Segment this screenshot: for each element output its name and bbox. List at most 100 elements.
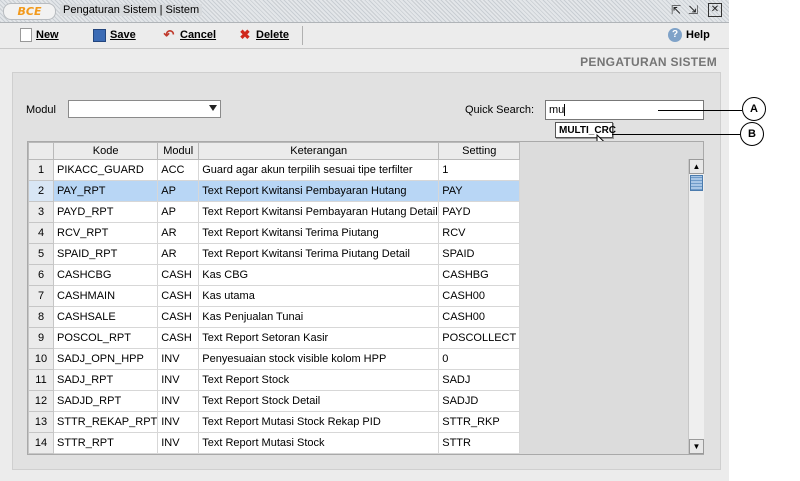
table-row[interactable]: 11 SADJ_RPT INV Text Report Stock SADJ	[28, 369, 521, 391]
table-row[interactable]: 4 RCV_RPT AR Text Report Kwitansi Terima Pi…	[28, 222, 521, 244]
cell-kode[interactable]: PIKACC_GUARD	[52, 159, 159, 181]
cell-setting[interactable]: 1	[438, 159, 521, 181]
cell-kode[interactable]: SADJ_RPT	[52, 369, 159, 391]
cell-keterangan[interactable]: Text Report Kwitansi Terima Piutang	[198, 222, 440, 244]
cell-kode[interactable]: CASHMAIN	[52, 285, 159, 307]
cell-modul[interactable]: AP	[157, 180, 200, 202]
cell-modul[interactable]: AR	[157, 243, 200, 265]
cell-kode[interactable]: STTR_REKAP_RPT	[52, 411, 159, 433]
cell-keterangan[interactable]: Text Report Kwitansi Terima Piutang Deta…	[198, 243, 440, 265]
cell-setting[interactable]: PAYD	[438, 201, 521, 223]
cell-modul[interactable]: CASH	[157, 285, 200, 307]
vertical-scrollbar[interactable]: ▲ ▼	[688, 159, 704, 454]
close-icon[interactable]: ✕	[708, 3, 722, 17]
scroll-down-icon[interactable]: ▼	[689, 439, 704, 454]
cell-keterangan[interactable]: Penyesuaian stock visible kolom HPP	[198, 348, 440, 370]
delete-button[interactable]: ✖ Delete	[238, 27, 289, 44]
cell-modul[interactable]: INV	[157, 411, 200, 433]
cell-modul[interactable]: AP	[157, 201, 200, 223]
table-row[interactable]: 6 CASHCBG CASH Kas CBG CASHBG	[28, 264, 521, 286]
table-row[interactable]: 12 SADJD_RPT INV Text Report Stock Detail SA…	[28, 390, 521, 412]
table-row[interactable]: 8 CASHSALE CASH Kas Penjualan Tunai CASH00	[28, 306, 521, 328]
cell-setting[interactable]: RCV	[438, 222, 521, 244]
table-row[interactable]: 1 PIKACC_GUARD ACC Guard agar akun terpilih…	[28, 159, 521, 181]
cell-kode[interactable]: SPAID_RPT	[52, 243, 159, 265]
cell-setting[interactable]: STTR	[438, 432, 521, 454]
table-row[interactable]: 3 PAYD_RPT AP Text Report Kwitansi Pembayar…	[28, 201, 521, 223]
row-number-cell[interactable]: 12	[28, 390, 54, 412]
cell-keterangan[interactable]: Kas Penjualan Tunai	[198, 306, 440, 328]
row-number-cell[interactable]: 2	[28, 180, 54, 202]
row-number-cell[interactable]: 11	[28, 369, 54, 391]
cell-modul[interactable]: INV	[157, 390, 200, 412]
cell-setting[interactable]: SADJD	[438, 390, 521, 412]
cell-modul[interactable]: CASH	[157, 264, 200, 286]
column-header-keterangan[interactable]: Keterangan	[198, 142, 440, 160]
cell-kode[interactable]: STTR_RPT	[52, 432, 159, 454]
cell-kode[interactable]: RCV_RPT	[52, 222, 159, 244]
table-row[interactable]: 5 SPAID_RPT AR Text Report Kwitansi Terima …	[28, 243, 521, 265]
help-button[interactable]: ? Help	[668, 27, 710, 44]
row-number-cell[interactable]: 14	[28, 432, 54, 454]
cell-keterangan[interactable]: Text Report Stock Detail	[198, 390, 440, 412]
cell-keterangan[interactable]: Kas utama	[198, 285, 440, 307]
cell-keterangan[interactable]: Text Report Mutasi Stock	[198, 432, 440, 454]
cell-kode[interactable]: SADJD_RPT	[52, 390, 159, 412]
row-number-cell[interactable]: 3	[28, 201, 54, 223]
cell-keterangan[interactable]: Text Report Kwitansi Pembayaran Hutang D…	[198, 201, 440, 223]
cell-setting[interactable]: CASH00	[438, 285, 521, 307]
cell-setting[interactable]: SPAID	[438, 243, 521, 265]
new-button[interactable]: New	[20, 27, 59, 44]
cell-setting[interactable]: 0	[438, 348, 521, 370]
table-row[interactable]: 10 SADJ_OPN_HPP INV Penyesuaian stock visib…	[28, 348, 521, 370]
save-button[interactable]: Save	[93, 27, 136, 44]
cell-kode[interactable]: CASHSALE	[52, 306, 159, 328]
cell-kode[interactable]: PAYD_RPT	[52, 201, 159, 223]
cell-keterangan[interactable]: Text Report Kwitansi Pembayaran Hutang	[198, 180, 440, 202]
cell-setting[interactable]: CASH00	[438, 306, 521, 328]
modul-select[interactable]	[68, 100, 221, 118]
table-row[interactable]: 7 CASHMAIN CASH Kas utama CASH00	[28, 285, 521, 307]
cell-keterangan[interactable]: Text Report Mutasi Stock Rekap PID	[198, 411, 440, 433]
cell-modul[interactable]: INV	[157, 432, 200, 454]
row-number-cell[interactable]: 8	[28, 306, 54, 328]
cell-kode[interactable]: CASHCBG	[52, 264, 159, 286]
cell-modul[interactable]: CASH	[157, 306, 200, 328]
maximize-icon[interactable]: ⇲	[686, 3, 700, 17]
cell-kode[interactable]: SADJ_OPN_HPP	[52, 348, 159, 370]
row-number-cell[interactable]: 6	[28, 264, 54, 286]
cell-modul[interactable]: INV	[157, 348, 200, 370]
cell-setting[interactable]: STTR_RKP	[438, 411, 521, 433]
row-number-cell[interactable]: 9	[28, 327, 54, 349]
cell-setting[interactable]: POSCOLLECT	[438, 327, 521, 349]
row-number-cell[interactable]: 4	[28, 222, 54, 244]
cell-setting[interactable]: SADJ	[438, 369, 521, 391]
scrollbar-thumb[interactable]	[690, 175, 703, 191]
table-row[interactable]: 14 STTR_RPT INV Text Report Mutasi Stock STT…	[28, 432, 521, 454]
cell-kode[interactable]: PAY_RPT	[52, 180, 159, 202]
cell-keterangan[interactable]: Text Report Stock	[198, 369, 440, 391]
cell-setting[interactable]: PAY	[438, 180, 521, 202]
cell-keterangan[interactable]: Kas CBG	[198, 264, 440, 286]
row-number-cell[interactable]: 5	[28, 243, 54, 265]
cell-keterangan[interactable]: Guard agar akun terpilih sesuai tipe ter…	[198, 159, 440, 181]
row-number-cell[interactable]: 10	[28, 348, 54, 370]
cell-modul[interactable]: ACC	[157, 159, 200, 181]
cell-modul[interactable]: INV	[157, 369, 200, 391]
scroll-up-icon[interactable]: ▲	[689, 159, 704, 174]
row-number-cell[interactable]: 1	[28, 159, 54, 181]
table-row[interactable]: 2 PAY_RPT AP Text Report Kwitansi Pembayara…	[28, 180, 521, 202]
table-row[interactable]: 13 STTR_REKAP_RPT INV Text Report Mutasi St…	[28, 411, 521, 433]
cancel-button[interactable]: ↶ Cancel	[162, 27, 217, 44]
row-number-cell[interactable]: 13	[28, 411, 54, 433]
cell-setting[interactable]: CASHBG	[438, 264, 521, 286]
chevron-down-icon[interactable]	[209, 105, 217, 111]
row-number-cell[interactable]: 7	[28, 285, 54, 307]
table-row[interactable]: 9 POSCOL_RPT CASH Text Report Setoran Kasir…	[28, 327, 521, 349]
column-header-modul[interactable]: Modul	[157, 142, 200, 160]
cell-keterangan[interactable]: Text Report Setoran Kasir	[198, 327, 440, 349]
cell-kode[interactable]: POSCOL_RPT	[52, 327, 159, 349]
column-header-kode[interactable]: Kode	[52, 142, 159, 160]
cell-modul[interactable]: AR	[157, 222, 200, 244]
restore-icon[interactable]: ⇱	[669, 3, 683, 17]
